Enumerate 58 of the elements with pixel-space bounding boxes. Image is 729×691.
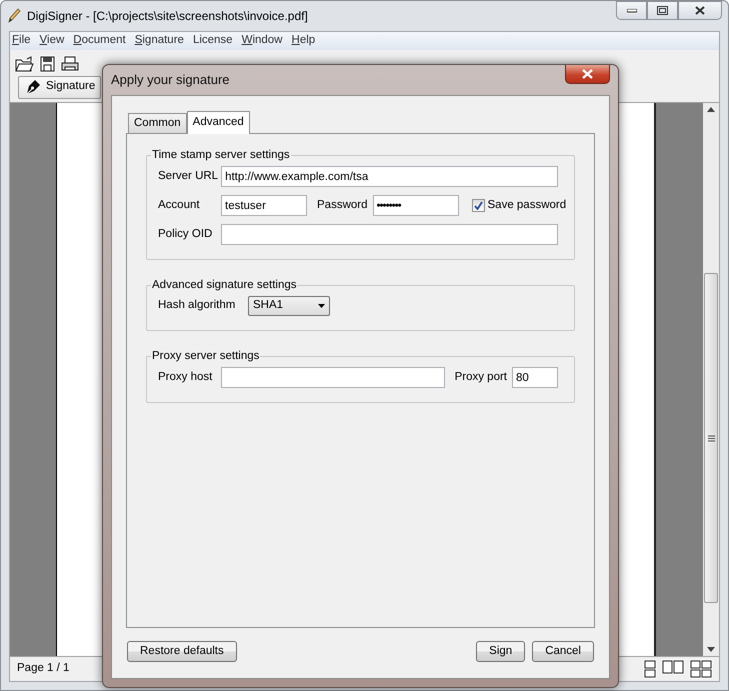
close-button[interactable] — [565, 65, 610, 84]
menu-item[interactable]: View — [40, 32, 64, 50]
menu-item[interactable]: Signature — [134, 32, 184, 50]
field-label: Policy OID — [158, 226, 214, 242]
minimize-button[interactable] — [616, 1, 647, 20]
maximize-icon — [657, 6, 668, 15]
close-icon — [695, 6, 705, 15]
action-button[interactable]: Restore defaults — [127, 641, 237, 662]
close-button[interactable] — [678, 1, 722, 20]
signature-button[interactable]: Signature — [18, 76, 102, 98]
group-title: Advanced signature settings — [151, 278, 298, 292]
text-field[interactable] — [221, 367, 445, 388]
pen-icon — [7, 8, 21, 24]
maximize-button[interactable] — [647, 1, 678, 20]
minimize-icon — [626, 8, 636, 12]
vertical-scrollbar[interactable] — [703, 103, 719, 656]
field-label: Server URL — [158, 168, 218, 184]
window-title: DigiSigner - [C:\projects\site\screenshots\invoice.pdf] — [27, 8, 308, 25]
grid-view-icon[interactable] — [690, 660, 712, 678]
single-page-view-icon[interactable] — [644, 660, 656, 678]
field-label: Password — [317, 198, 368, 213]
tab[interactable]: Common — [128, 112, 187, 133]
menu-item[interactable]: File — [12, 32, 31, 50]
field-label: Account — [158, 198, 201, 213]
print-icon[interactable] — [61, 56, 79, 72]
hash-algorithm-dropdown[interactable]: SHA1 — [248, 296, 330, 316]
field-label: Proxy host — [158, 370, 214, 385]
menu-item[interactable]: License — [192, 32, 233, 50]
text-field[interactable]: 80 — [512, 367, 558, 388]
tab[interactable]: Advanced — [186, 110, 250, 134]
scroll-thumb[interactable] — [704, 273, 718, 603]
pen-nib-icon — [24, 78, 42, 96]
open-folder-icon[interactable] — [15, 56, 34, 72]
grip-icon — [708, 434, 714, 442]
password-field[interactable]: •••••••• — [372, 195, 458, 216]
group-title: Proxy server settings — [151, 349, 260, 363]
check-icon — [474, 201, 482, 210]
action-button[interactable]: Cancel — [532, 641, 594, 662]
save-icon[interactable] — [40, 56, 55, 72]
scroll-down-icon[interactable] — [707, 647, 715, 652]
menu-item[interactable]: Window — [242, 32, 282, 50]
text-field[interactable]: testuser — [221, 195, 307, 216]
page-indicator: Page 1 / 1 — [17, 661, 70, 676]
field-label: Hash algorithm — [158, 298, 236, 314]
close-icon — [582, 69, 593, 79]
two-page-view-icon[interactable] — [662, 660, 684, 674]
caret-icon — [318, 304, 325, 308]
text-field[interactable] — [221, 224, 558, 245]
menu-item[interactable]: Help — [292, 32, 316, 50]
text-field[interactable]: http://www.example.com/tsa — [221, 166, 558, 187]
field-label: Proxy port — [454, 370, 507, 385]
checkbox-label: Save password — [488, 198, 566, 213]
action-button[interactable]: Sign — [476, 641, 526, 662]
menu-item[interactable]: Document — [73, 32, 126, 50]
dialog-title: Apply your signature — [111, 71, 230, 90]
scroll-up-icon[interactable] — [707, 107, 715, 112]
checkbox[interactable] — [472, 199, 484, 212]
group-title: Time stamp server settings — [151, 148, 291, 162]
